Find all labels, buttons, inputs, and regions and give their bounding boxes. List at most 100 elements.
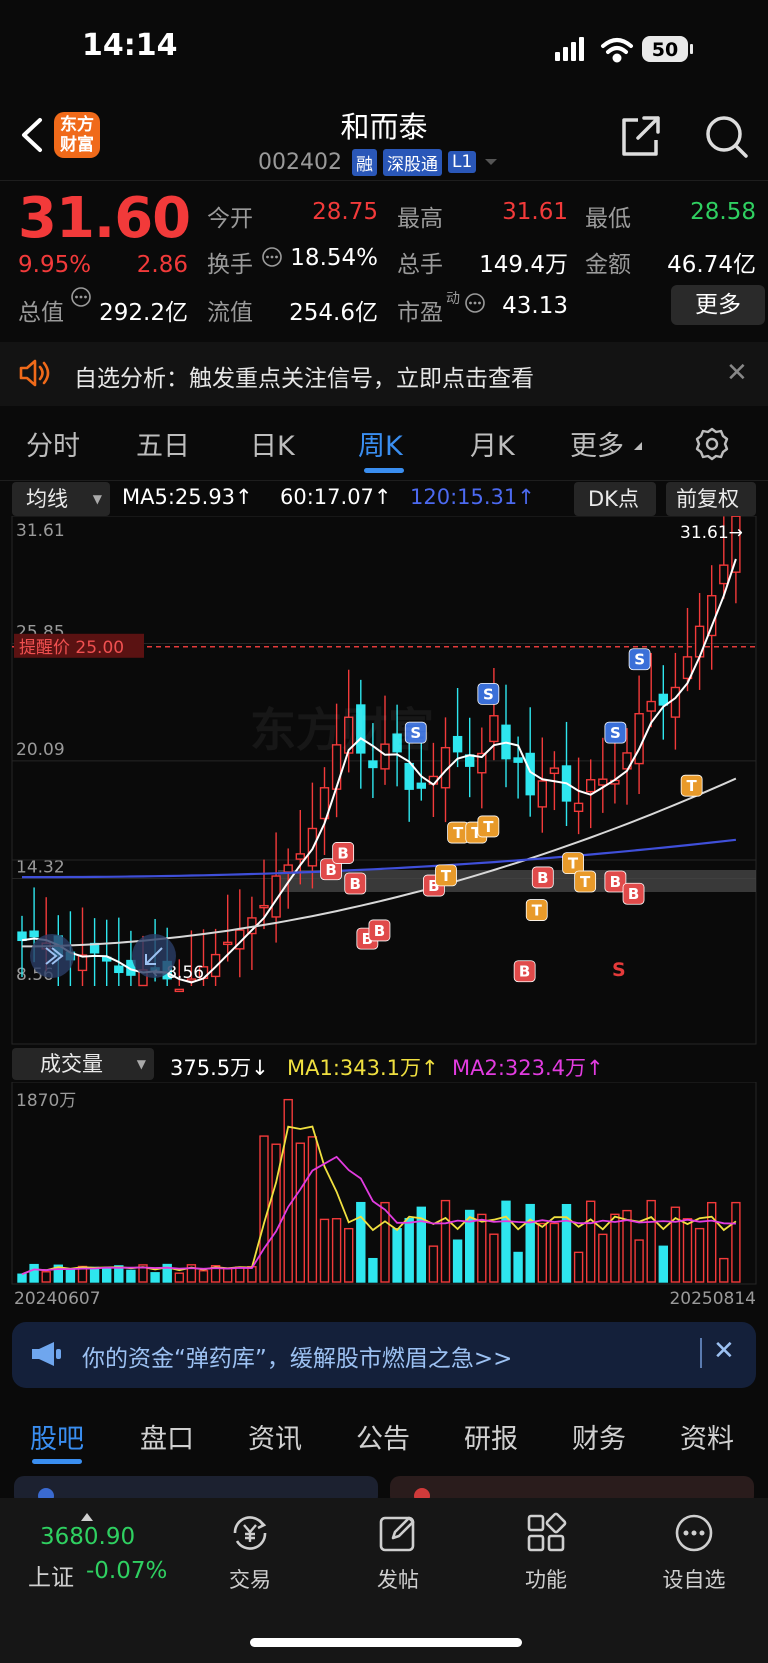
candle-body (707, 595, 717, 637)
price-tick-label: 14.32 (16, 858, 65, 878)
high-value: 31.61 (502, 199, 568, 225)
candle-body (549, 767, 560, 775)
volume-bar (646, 1199, 656, 1283)
tab-research[interactable]: 研报 (464, 1417, 518, 1456)
tab-five-day[interactable]: 五日 (136, 424, 190, 463)
volume-bar (694, 1227, 705, 1283)
signal-label: T (568, 855, 579, 873)
dk-select[interactable]: DK点 (574, 482, 656, 516)
volume-max-label: 1870万 (16, 1091, 76, 1111)
open-label: 今开 (207, 206, 253, 232)
signal-label: T (483, 818, 494, 836)
volume-select[interactable]: 成交量 ▼ (12, 1048, 154, 1080)
dock-add-watchlist[interactable]: 设自选 (644, 1510, 744, 1594)
amount-value: 46.74亿 (667, 252, 756, 278)
volume-bar (101, 1267, 112, 1283)
candle-body (646, 700, 656, 712)
volume-bar (41, 1271, 51, 1283)
candle-body (416, 782, 426, 789)
volume-bar (89, 1266, 100, 1283)
status-icons: 50 (555, 36, 693, 63)
volume-bar (537, 1222, 547, 1283)
candle-body (368, 760, 378, 769)
pe-label: 市盈 (397, 300, 443, 326)
more-dots-icon (675, 1514, 713, 1552)
ma-select[interactable]: 均线 ▼ (12, 482, 110, 516)
candle-body (598, 778, 608, 786)
tab-weekly-k[interactable]: 周K (358, 424, 403, 463)
index-name: 上证 (28, 1565, 74, 1591)
dock-post[interactable]: 发帖 (348, 1510, 448, 1594)
speaker-icon (19, 359, 50, 387)
volume-bar (307, 1136, 318, 1283)
volume-bar (501, 1200, 511, 1283)
adjust-select[interactable]: 前复权 (666, 482, 756, 516)
volume-bar (198, 1270, 209, 1283)
dock-label: 交易 (229, 1568, 271, 1592)
header-divider (0, 180, 768, 181)
tab-announcements[interactable]: 公告 (356, 1417, 410, 1456)
info-icon[interactable] (464, 292, 486, 314)
pe-value: 43.13 (502, 293, 568, 319)
tab-intraday[interactable]: 分时 (26, 424, 80, 463)
volume-bar (344, 1227, 354, 1283)
price-tick-label: 31.61 (16, 521, 65, 541)
more-button[interactable]: 更多 (671, 285, 765, 325)
volume-bar (549, 1222, 560, 1283)
index-value[interactable]: 3680.90 (40, 1524, 135, 1550)
tab-monthly-k[interactable]: 月K (470, 424, 515, 463)
signal-label: B (628, 885, 639, 903)
ma120-value: 120:15.31↑ (410, 485, 535, 509)
chevron-down-icon (485, 159, 498, 165)
candle-body (670, 686, 681, 718)
mcap-label: 总值 (18, 300, 64, 326)
mcap-value: 292.2亿 (99, 300, 188, 326)
stock-sub-row[interactable]: 002402 融 深股通 L1 (258, 148, 500, 176)
tab-forum[interactable]: 股吧 (30, 1417, 84, 1456)
tab-more[interactable]: 更多 (570, 424, 624, 463)
gear-icon[interactable] (694, 426, 730, 462)
home-indicator[interactable] (250, 1638, 522, 1647)
close-icon[interactable]: ✕ (713, 1336, 735, 1366)
candle-body (634, 713, 644, 765)
candle-body (295, 853, 305, 860)
volume-bar (525, 1203, 535, 1283)
float-label: 流值 (207, 300, 253, 326)
volume-bar (573, 1251, 584, 1283)
close-icon[interactable]: ✕ (726, 358, 748, 388)
share-icon[interactable] (616, 112, 664, 160)
volume-bar (247, 1266, 257, 1283)
volume-chart[interactable]: 1870万 20240607 20250814 (0, 1082, 768, 1312)
tab-news[interactable]: 资讯 (248, 1417, 302, 1456)
vma1-value: MA1:343.1万↑ (287, 1056, 439, 1080)
dock-trade[interactable]: 交易 (200, 1510, 300, 1594)
scroll-left-icon (30, 934, 74, 978)
stock-code: 002402 (258, 149, 342, 175)
price-tick-label: 20.09 (16, 740, 65, 760)
promo-text: 你的资金“弹药库”，缓解股市燃眉之急>> (82, 1346, 513, 1372)
signal-label: B (519, 963, 530, 981)
low-value: 28.58 (690, 199, 756, 225)
candle-body (283, 864, 293, 873)
signal-label: S (612, 959, 626, 981)
dock-functions[interactable]: 功能 (496, 1510, 596, 1594)
watermark: 东方财富 (250, 703, 434, 757)
kline-chart[interactable]: 31.6125.8520.0914.328.56 提醒价 25.00SSSSBB… (0, 516, 768, 1046)
last-price: 31.60 (18, 186, 191, 251)
tab-finance[interactable]: 财务 (572, 1417, 626, 1456)
tab-orderbook[interactable]: 盘口 (140, 1417, 194, 1456)
candle-body (174, 988, 185, 993)
alert-text: 自选分析：触发重点关注信号，立即点击查看 (74, 366, 534, 392)
change-percent: 9.95% (18, 252, 92, 278)
candle-body (489, 715, 499, 743)
tab-daily-k[interactable]: 日K (250, 424, 295, 463)
search-icon[interactable] (702, 112, 750, 160)
tab-profile[interactable]: 资料 (680, 1417, 734, 1456)
signal-label: B (537, 869, 548, 887)
volume-bar (295, 1142, 305, 1283)
candle-body (114, 965, 124, 974)
volume-value: 149.4万 (479, 252, 568, 278)
x-end-label: 20250814 (669, 1289, 756, 1309)
low-label: 最低 (585, 206, 631, 232)
volume-bar (259, 1135, 269, 1283)
